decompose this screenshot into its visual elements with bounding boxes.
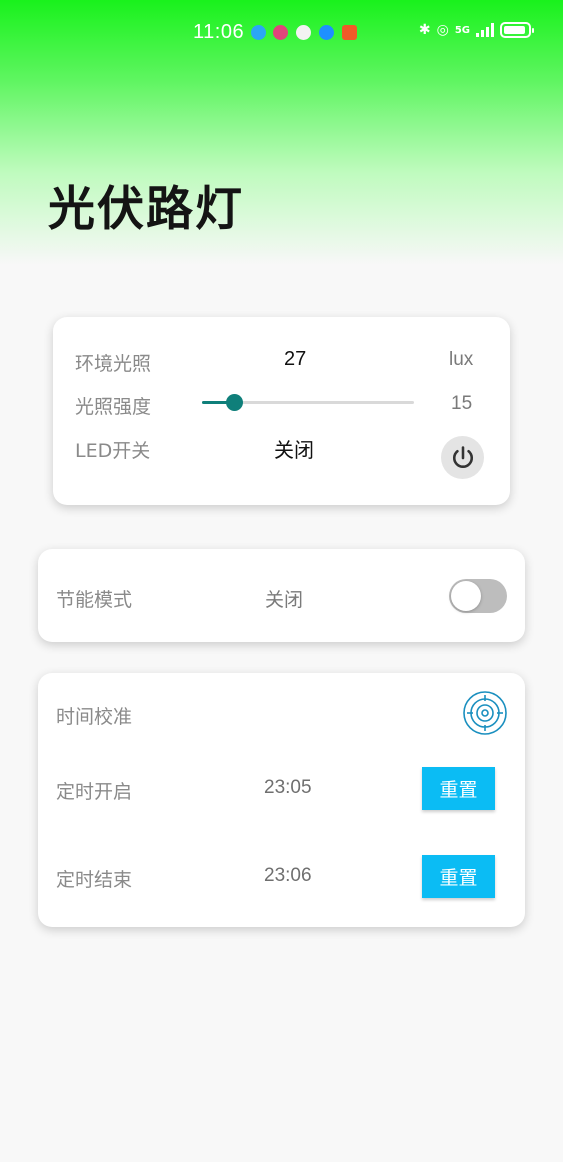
led-power-button[interactable] [441, 436, 484, 479]
reset-start-button[interactable]: 重置 [422, 767, 495, 810]
eco-mode-toggle[interactable] [449, 579, 507, 613]
timer-card: 时间校准 定时开启 23:05 重置 定时结束 23:06 重置 [38, 673, 525, 927]
power-icon [452, 445, 473, 468]
weather-app-icon [251, 25, 266, 40]
timer-end-label: 定时结束 [56, 869, 133, 891]
photo-app-icon [296, 25, 311, 40]
ambient-light-value: 27 [284, 348, 307, 370]
led-switch-label: LED开关 [75, 440, 151, 462]
signal-icon [476, 23, 494, 37]
battery-icon [500, 22, 534, 38]
intensity-slider-thumb[interactable] [225, 394, 243, 411]
network-type-label: 5G [454, 24, 470, 36]
intensity-value: 15 [451, 393, 473, 414]
eco-mode-toggle-knob [451, 581, 481, 611]
reset-end-button[interactable]: 重置 [422, 855, 495, 898]
search-app-icon [319, 25, 334, 40]
hotspot-icon: ◎ [436, 22, 449, 38]
eco-mode-label: 节能模式 [56, 589, 133, 611]
app-screen: 11:06 ✱ ◎ 5G 光伏路灯 环境光照 27 lux 光照强度 15 LE… [0, 0, 563, 1162]
timer-end-time: 23:06 [264, 865, 312, 886]
crosshair-target-icon [463, 691, 507, 735]
timer-start-time: 23:05 [264, 777, 312, 798]
status-time: 11:06 [193, 21, 245, 43]
ambient-light-unit: lux [449, 349, 474, 370]
status-bar: 11:06 ✱ ◎ 5G [0, 18, 563, 48]
status-indicators: ✱ ◎ 5G [418, 22, 534, 38]
sensor-card: 环境光照 27 lux 光照强度 15 LED开关 关闭 [53, 317, 510, 505]
eco-mode-state: 关闭 [265, 589, 304, 611]
time-calibrate-label: 时间校准 [56, 706, 133, 728]
eco-mode-card: 节能模式 关闭 [38, 549, 525, 642]
page-title: 光伏路灯 [48, 182, 244, 237]
intensity-label: 光照强度 [75, 396, 152, 418]
time-calibrate-button[interactable] [462, 690, 508, 736]
bluetooth-icon: ✱ [418, 22, 431, 38]
ambient-light-label: 环境光照 [75, 353, 152, 375]
shopping-app-icon [273, 25, 288, 40]
timer-start-label: 定时开启 [56, 781, 133, 803]
led-state-value: 关闭 [274, 438, 314, 462]
reader-app-icon [342, 25, 357, 40]
intensity-slider[interactable] [202, 394, 414, 411]
